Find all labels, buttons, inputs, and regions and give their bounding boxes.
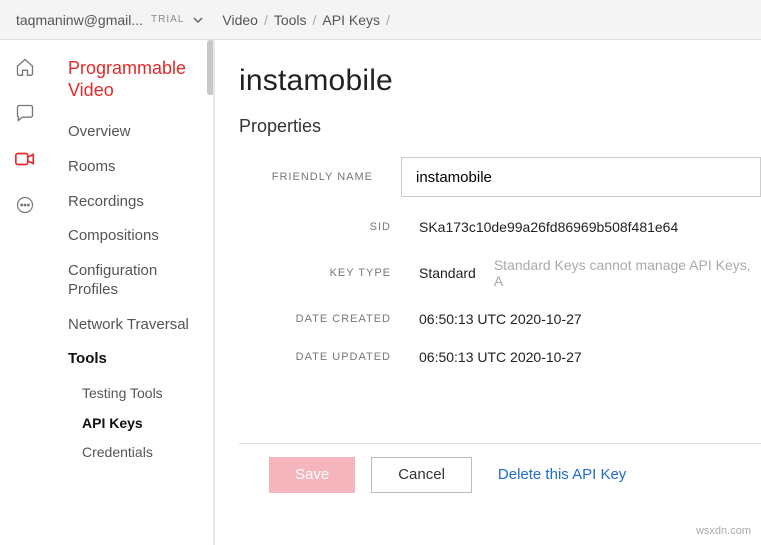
- breadcrumb-item[interactable]: Tools: [274, 12, 307, 28]
- sidebar-item-api-keys[interactable]: API Keys: [68, 415, 203, 433]
- sidebar: Programmable Video Overview Rooms Record…: [50, 40, 215, 545]
- video-icon[interactable]: [14, 148, 36, 170]
- label-friendly-name: FRIENDLY NAME: [239, 171, 401, 183]
- value-date-created: 06:50:13 UTC 2020-10-27: [419, 311, 761, 327]
- breadcrumb-separator: /: [264, 12, 268, 28]
- sidebar-item-tools[interactable]: Tools: [68, 350, 203, 369]
- chevron-down-icon: [192, 14, 204, 26]
- cancel-button[interactable]: Cancel: [371, 457, 472, 493]
- sidebar-heading: Programmable Video: [68, 58, 203, 101]
- sidebar-item-compositions[interactable]: Compositions: [68, 227, 203, 246]
- main-content: instamobile Properties FRIENDLY NAME SID…: [215, 40, 761, 545]
- sidebar-item-configuration-profiles[interactable]: Configuration Profiles: [68, 262, 203, 300]
- chat-icon[interactable]: [14, 102, 36, 124]
- sidebar-item-credentials[interactable]: Credentials: [68, 444, 203, 462]
- account-email: taqmaninw@gmail...: [16, 12, 143, 28]
- trial-badge: TRIAL: [151, 14, 184, 25]
- sidebar-heading-line1: Programmable: [68, 58, 186, 78]
- breadcrumb: Video / Tools / API Keys /: [222, 12, 390, 28]
- breadcrumb-item[interactable]: API Keys: [322, 12, 380, 28]
- sidebar-item-recordings[interactable]: Recordings: [68, 193, 203, 212]
- topbar: taqmaninw@gmail... TRIAL Video / Tools /…: [0, 0, 761, 40]
- page-title: instamobile: [239, 64, 761, 98]
- sidebar-item-network-traversal[interactable]: Network Traversal: [68, 316, 203, 335]
- account-switcher[interactable]: taqmaninw@gmail... TRIAL: [16, 12, 204, 28]
- sidebar-item-overview[interactable]: Overview: [68, 123, 203, 142]
- value-key-type: Standard: [419, 265, 476, 281]
- action-bar: Save Cancel Delete this API Key: [239, 443, 761, 505]
- breadcrumb-item[interactable]: Video: [222, 12, 258, 28]
- breadcrumb-separator: /: [386, 12, 390, 28]
- delete-api-key-link[interactable]: Delete this API Key: [498, 466, 626, 483]
- sidebar-item-testing-tools[interactable]: Testing Tools: [68, 385, 203, 403]
- label-date-created: DATE CREATED: [239, 313, 419, 325]
- label-date-updated: DATE UPDATED: [239, 351, 419, 363]
- save-button[interactable]: Save: [269, 457, 355, 493]
- section-heading-properties: Properties: [239, 116, 761, 137]
- sidebar-item-rooms[interactable]: Rooms: [68, 158, 203, 177]
- label-key-type: KEY TYPE: [239, 267, 419, 279]
- friendly-name-input[interactable]: [401, 157, 761, 197]
- watermark: wsxdn.com: [696, 525, 751, 537]
- home-icon[interactable]: [14, 56, 36, 78]
- more-icon[interactable]: [14, 194, 36, 216]
- hint-key-type: Standard Keys cannot manage API Keys, A: [494, 257, 761, 289]
- navigation-rail: [0, 40, 50, 545]
- value-date-updated: 06:50:13 UTC 2020-10-27: [419, 349, 761, 365]
- scrollbar-thumb[interactable]: [207, 40, 214, 95]
- breadcrumb-separator: /: [313, 12, 317, 28]
- label-sid: SID: [239, 221, 419, 233]
- value-sid: SKa173c10de99a26fd86969b508f481e64: [419, 219, 761, 235]
- sidebar-heading-line2: Video: [68, 80, 114, 100]
